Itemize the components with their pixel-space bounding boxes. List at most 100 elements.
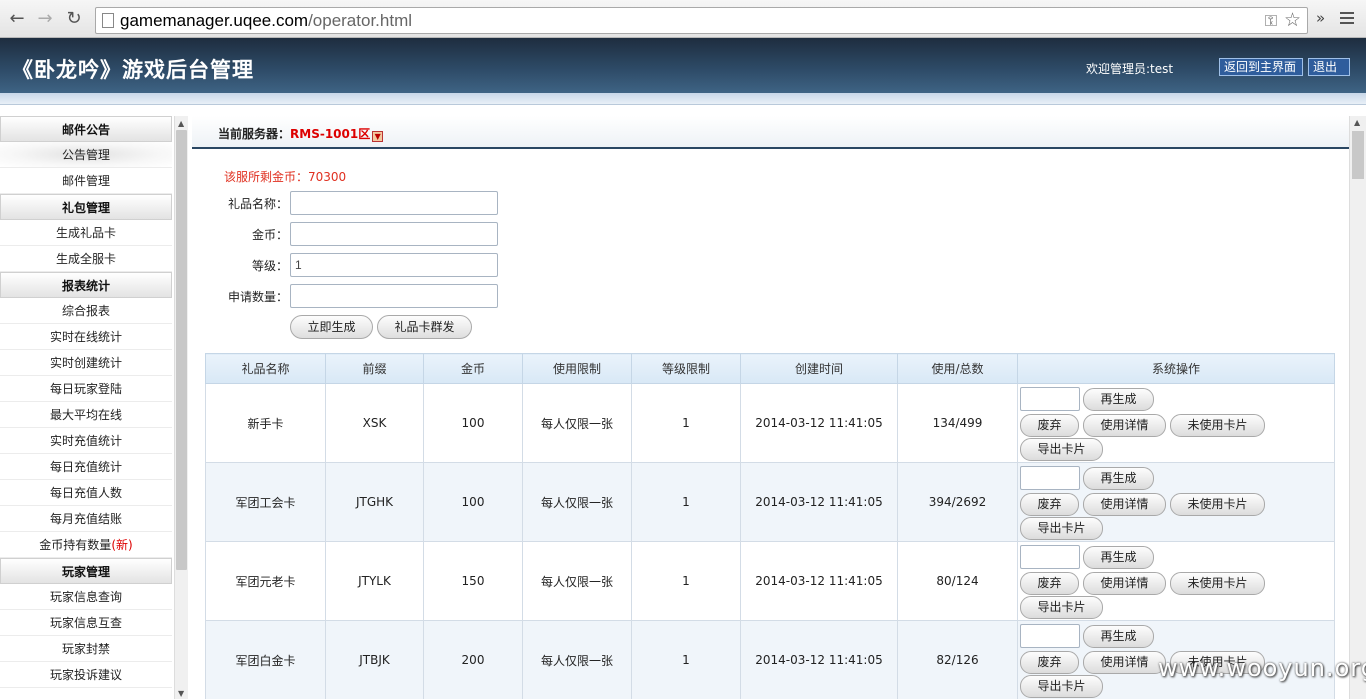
sidebar-section-mail[interactable]: 邮件公告 [0, 116, 172, 142]
scroll-up-icon[interactable]: ▲ [178, 119, 184, 128]
dropdown-arrow-icon[interactable]: ▼ [372, 131, 384, 142]
export-cards-button[interactable]: 导出卡片 [1020, 675, 1103, 698]
cell-prefix: JTGHK [325, 462, 424, 542]
new-badge: (新) [111, 538, 133, 552]
sidebar-item-player-query[interactable]: 玩家信息查询 [0, 584, 172, 610]
cell-gold: 100 [423, 462, 523, 542]
gift-name-input[interactable] [290, 191, 498, 215]
sidebar-item-realtime-recharge[interactable]: 实时充值统计 [0, 428, 172, 454]
discard-button[interactable]: 废弃 [1020, 414, 1079, 437]
level-input[interactable] [290, 253, 498, 277]
app-title: 《卧龙吟》游戏后台管理 [12, 57, 254, 82]
scrollbar-thumb[interactable] [1352, 131, 1364, 179]
usage-details-button[interactable]: 使用详情 [1083, 493, 1166, 516]
sidebar-item-daily-recharge[interactable]: 每日充值统计 [0, 454, 172, 480]
regenerate-button[interactable]: 再生成 [1083, 467, 1154, 490]
sidebar-item-summary-report[interactable]: 综合报表 [0, 298, 172, 324]
scroll-down-icon[interactable]: ▼ [178, 689, 184, 698]
key-icon[interactable]: ⚿ [1265, 11, 1277, 31]
gift-name-row: 礼品名称： [192, 191, 502, 215]
col-header-level-limit: 等级限制 [631, 353, 741, 384]
server-name[interactable]: RMS-1001区 [290, 127, 370, 141]
main-scrollbar[interactable]: ▲ [1349, 116, 1366, 699]
regen-count-input[interactable] [1020, 466, 1080, 490]
usage-details-button[interactable]: 使用详情 [1083, 572, 1166, 595]
scrollbar-thumb[interactable] [176, 130, 187, 570]
quantity-row: 申请数量： [192, 284, 502, 308]
sidebar-item-player-cross-check[interactable]: 玩家信息互查 [0, 610, 172, 636]
sidebar-item-max-avg-online[interactable]: 最大平均在线 [0, 402, 172, 428]
regen-count-input[interactable] [1020, 624, 1080, 648]
gift-card-table: 礼品名称 前缀 金币 使用限制 等级限制 创建时间 使用/总数 系统操作 新手卡… [205, 353, 1335, 699]
sidebar-item-daily-login[interactable]: 每日玩家登陆 [0, 376, 172, 402]
sidebar-item-monthly-recharge[interactable]: 每月充值结账 [0, 506, 172, 532]
unused-cards-button[interactable]: 未使用卡片 [1170, 572, 1265, 595]
sidebar-item-daily-recharge-users[interactable]: 每日充值人数 [0, 480, 172, 506]
cell-used-total: 80/124 [897, 541, 1018, 621]
discard-button[interactable]: 废弃 [1020, 493, 1079, 516]
sidebar-item-announcements[interactable]: 公告管理 [0, 142, 172, 168]
sidebar-item-generate-server-card[interactable]: 生成全服卡 [0, 246, 172, 272]
sidebar-item-player-complaints[interactable]: 玩家投诉建议 [0, 662, 172, 688]
sidebar-item-player-ban[interactable]: 玩家封禁 [0, 636, 172, 662]
level-row: 等级： [192, 253, 502, 277]
table-row: 新手卡 XSK 100 每人仅限一张 1 2014-03-12 11:41:05… [205, 383, 1335, 463]
generate-now-button[interactable]: 立即生成 [290, 315, 373, 339]
cell-gift-name: 军团元老卡 [205, 541, 326, 621]
regenerate-button[interactable]: 再生成 [1083, 546, 1154, 569]
sidebar-item-generate-gift-card[interactable]: 生成礼品卡 [0, 220, 172, 246]
bookmark-star-icon[interactable]: ☆ [1284, 9, 1301, 31]
sidebar-section-reports[interactable]: 报表统计 [0, 272, 172, 298]
quantity-input[interactable] [290, 284, 498, 308]
cell-gift-name: 军团白金卡 [205, 620, 326, 699]
sidebar: 邮件公告 公告管理 邮件管理 礼包管理 生成礼品卡 生成全服卡 报表统计 综合报… [0, 116, 188, 699]
app-header: 《卧龙吟》游戏后台管理 欢迎管理员:test 返回到主界面 退出 [0, 38, 1366, 93]
address-bar[interactable]: gamemanager.uqee.com/operator.html ⚿ ☆ [95, 7, 1308, 34]
cell-gift-name: 军团工会卡 [205, 462, 326, 542]
regen-count-input[interactable] [1020, 545, 1080, 569]
gift-card-mass-send-button[interactable]: 礼品卡群发 [377, 315, 472, 339]
col-header-system-ops: 系统操作 [1017, 353, 1335, 384]
menu-icon[interactable] [1340, 12, 1354, 27]
sidebar-item-gold-holdings[interactable]: 金币持有数量(新) [0, 532, 172, 558]
regenerate-button[interactable]: 再生成 [1083, 388, 1154, 411]
cell-gift-name: 新手卡 [205, 383, 326, 463]
discard-button[interactable]: 废弃 [1020, 651, 1079, 674]
sidebar-scrollbar[interactable]: ▲ ▼ [174, 116, 188, 699]
unused-cards-button[interactable]: 未使用卡片 [1170, 414, 1265, 437]
cell-gold: 150 [423, 541, 523, 621]
usage-details-button[interactable]: 使用详情 [1083, 651, 1166, 674]
gold-input[interactable] [290, 222, 498, 246]
reload-icon[interactable]: ↻ [63, 8, 85, 30]
col-header-used-total: 使用/总数 [897, 353, 1018, 384]
back-to-main-button[interactable]: 返回到主界面 [1219, 58, 1303, 76]
browser-toolbar: ← → ↻ gamemanager.uqee.com/operator.html… [0, 0, 1366, 38]
back-arrow-icon[interactable]: ← [6, 8, 28, 30]
scroll-up-icon[interactable]: ▲ [1354, 118, 1360, 127]
chevron-right-icon[interactable]: » [1316, 9, 1325, 27]
discard-button[interactable]: 废弃 [1020, 572, 1079, 595]
header-divider [0, 93, 1366, 105]
sidebar-section-players[interactable]: 玩家管理 [0, 558, 172, 584]
main-panel: 当前服务器：RMS-1001区 ▼ 该服所剩金币：70300 礼品名称： 金币： … [192, 116, 1349, 699]
export-cards-button[interactable]: 导出卡片 [1020, 438, 1103, 461]
cell-level-limit: 1 [631, 620, 741, 699]
watermark: www.wooyun.org [1158, 654, 1366, 682]
export-cards-button[interactable]: 导出卡片 [1020, 517, 1103, 540]
cell-ops: 再生成 废弃 使用详情 未使用卡片 导出卡片 [1017, 383, 1335, 463]
sidebar-section-gifts[interactable]: 礼包管理 [0, 194, 172, 220]
unused-cards-button[interactable]: 未使用卡片 [1170, 493, 1265, 516]
welcome-text: 欢迎管理员:test [1086, 62, 1174, 76]
logout-button[interactable]: 退出 [1308, 58, 1350, 76]
export-cards-button[interactable]: 导出卡片 [1020, 596, 1103, 619]
regen-count-input[interactable] [1020, 387, 1080, 411]
usage-details-button[interactable]: 使用详情 [1083, 414, 1166, 437]
remaining-coins: 该服所剩金币：70300 [224, 170, 347, 184]
sidebar-item-mail[interactable]: 邮件管理 [0, 168, 172, 194]
col-header-prefix: 前缀 [325, 353, 424, 384]
forward-arrow-icon[interactable]: → [34, 8, 56, 30]
regenerate-button[interactable]: 再生成 [1083, 625, 1154, 648]
sidebar-item-realtime-create[interactable]: 实时创建统计 [0, 350, 172, 376]
sidebar-item-realtime-online[interactable]: 实时在线统计 [0, 324, 172, 350]
url-text[interactable]: gamemanager.uqee.com/operator.html [120, 11, 412, 31]
